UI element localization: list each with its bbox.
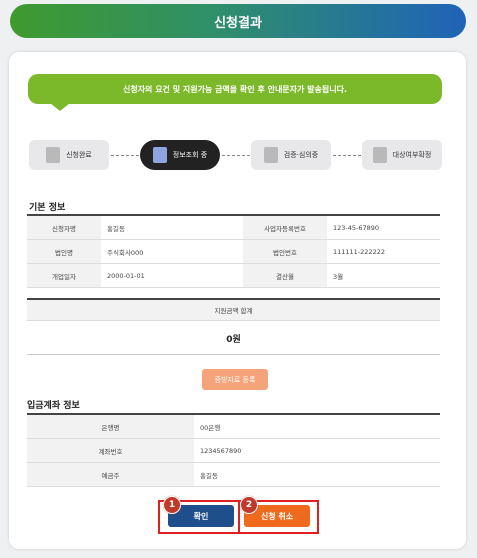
account-info-title: 입금계좌 정보 bbox=[27, 401, 80, 411]
table-row: 개업일자 2000-01-01 결산월 3월 bbox=[27, 263, 440, 288]
table-row: 신청자명 홍길동 사업자등록번호 123-45-67890 bbox=[27, 215, 440, 240]
review-icon bbox=[263, 147, 278, 163]
support-sum-box: 지원금액 합계 0원 bbox=[27, 298, 440, 355]
support-sum-value: 0원 bbox=[226, 334, 241, 345]
label-settlement-month: 결산월 bbox=[243, 263, 327, 288]
value-applicant-name: 홍길동 bbox=[101, 215, 243, 240]
value-corp-number: 111111-222222 bbox=[327, 239, 440, 264]
marker-1-badge: 1 bbox=[163, 496, 181, 514]
table-row: 법인명 주식회사000 법인번호 111111-222222 bbox=[27, 239, 440, 264]
step-info-lookup: 정보조회 중 bbox=[140, 140, 220, 170]
value-bank-name: 00은행 bbox=[194, 414, 440, 439]
table-row: 계좌번호 1234567890 bbox=[27, 438, 440, 463]
label-applicant-name: 신청자명 bbox=[27, 215, 101, 240]
label-bank-name: 은행명 bbox=[27, 414, 194, 439]
basic-info-table: 신청자명 홍길동 사업자등록번호 123-45-67890 법인명 주식회사00… bbox=[27, 214, 440, 288]
step-connector bbox=[222, 155, 250, 156]
step-label: 검증·심의중 bbox=[283, 151, 319, 159]
label-account-number: 계좌번호 bbox=[27, 438, 194, 463]
step-connector bbox=[333, 155, 361, 156]
label-business-number: 사업자등록번호 bbox=[243, 215, 327, 240]
document-icon bbox=[46, 147, 61, 163]
step-applied: 신청완료 bbox=[29, 140, 109, 170]
label-corp-number: 법인번호 bbox=[243, 239, 327, 264]
step-label: 신청완료 bbox=[66, 151, 92, 159]
value-corp-name: 주식회사000 bbox=[101, 239, 243, 264]
evidence-upload-button[interactable]: 증빙자료 등록 bbox=[202, 369, 268, 390]
notice-tail bbox=[50, 103, 70, 111]
step-connector bbox=[111, 155, 139, 156]
notice-text: 신청자의 요건 및 지원가능 금액을 확인 후 안내문자가 발송됩니다. bbox=[122, 84, 348, 94]
table-row: 예금주 홍길동 bbox=[27, 462, 440, 487]
notice-banner: 신청자의 요건 및 지원가능 금액을 확인 후 안내문자가 발송됩니다. bbox=[28, 74, 442, 104]
value-account-holder: 홍길동 bbox=[194, 462, 440, 487]
table-row: 은행명 00은행 bbox=[27, 414, 440, 439]
label-open-date: 개업일자 bbox=[27, 263, 101, 288]
label-corp-name: 법인명 bbox=[27, 239, 101, 264]
value-settlement-month: 3월 bbox=[327, 263, 440, 288]
account-info-table: 은행명 00은행 계좌번호 1234567890 예금주 홍길동 bbox=[27, 413, 440, 487]
confirm-icon bbox=[372, 147, 387, 163]
value-business-number: 123-45-67890 bbox=[327, 215, 440, 240]
basic-info-title: 기본 정보 bbox=[29, 203, 66, 213]
step-label: 정보조회 중 bbox=[172, 151, 208, 159]
step-review: 검증·심의중 bbox=[251, 140, 331, 170]
page-title: 신청결과 bbox=[214, 15, 262, 31]
search-document-icon bbox=[152, 147, 167, 163]
value-account-number: 1234567890 bbox=[194, 438, 440, 463]
step-confirm: 대상여부확정 bbox=[362, 140, 442, 170]
marker-2-badge: 2 bbox=[240, 496, 258, 514]
step-label: 대상여부확정 bbox=[392, 151, 432, 159]
value-open-date: 2000-01-01 bbox=[101, 263, 243, 288]
label-account-holder: 예금주 bbox=[27, 462, 194, 487]
page-header: 신청결과 bbox=[10, 4, 466, 38]
support-sum-label: 지원금액 합계 bbox=[27, 300, 440, 321]
